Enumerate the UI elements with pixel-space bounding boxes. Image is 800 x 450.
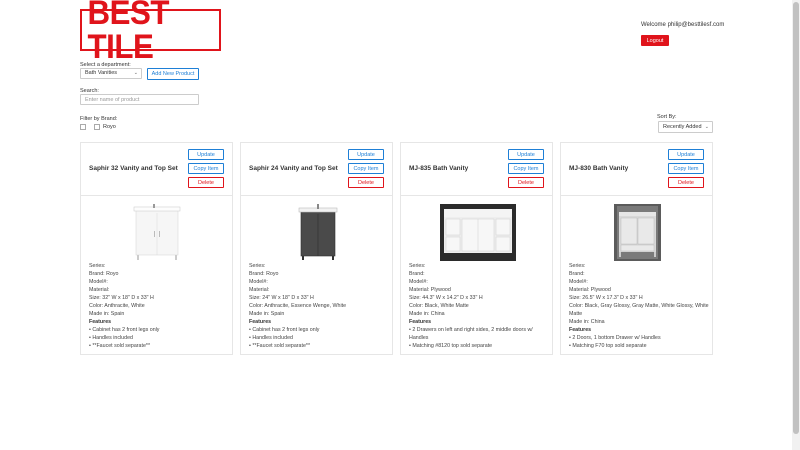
product-series: Series:: [569, 263, 586, 269]
brand-checkbox-all[interactable]: [80, 124, 86, 130]
update-button[interactable]: Update: [668, 149, 704, 160]
product-size: Size: 26.5" W x 17.3" D x 33" H: [569, 295, 643, 301]
feature-item: • Matching F70 top sold separate: [569, 343, 647, 349]
features-heading: Features: [89, 319, 112, 325]
product-material: Material:: [89, 287, 110, 293]
product-title: Saphir 32 Vanity and Top Set: [89, 165, 178, 172]
product-card: MJ-835 Bath Vanity Update Copy Item Dele…: [400, 142, 553, 355]
logout-button[interactable]: Logout: [641, 35, 669, 46]
logo-text: BEST TILE: [87, 0, 170, 66]
product-card-header: MJ-830 Bath Vanity Update Copy Item Dele…: [561, 143, 712, 196]
feature-item: • Matching #8120 top sold separate: [409, 343, 493, 349]
product-brand: Brand:: [569, 271, 585, 277]
product-image: [401, 204, 552, 262]
product-card-header: Saphir 32 Vanity and Top Set Update Copy…: [81, 143, 232, 196]
product-model: Model#:: [409, 279, 428, 285]
product-model: Model#:: [249, 279, 268, 285]
product-series: Series:: [249, 263, 266, 269]
best-tile-logo: BEST TILE: [80, 0, 221, 64]
feature-item: • Handles included: [249, 335, 293, 341]
feature-item: • Handles included: [89, 335, 133, 341]
feature-item: • Cabinet has 2 front legs only: [249, 327, 320, 333]
copy-item-button[interactable]: Copy Item: [668, 163, 704, 174]
brand-filter-label: Filter by Brand:: [80, 116, 118, 122]
feature-item: • Cabinet has 2 front legs only: [89, 327, 160, 333]
product-size: Size: 24" W x 18" D x 33" H: [249, 295, 314, 301]
sort-value: Recently Added: [663, 124, 702, 130]
product-series: Series:: [409, 263, 426, 269]
product-model: Model#:: [89, 279, 108, 285]
chevron-down-icon: ⌄: [133, 70, 138, 76]
product-made-in: Made in: China: [409, 311, 445, 317]
product-image: [81, 204, 232, 262]
product-specs: Series: Brand: Royo Model#: Material: Si…: [89, 262, 229, 350]
product-specs: Series: Brand: Model#: Material: Plywood…: [569, 262, 709, 350]
scrollbar-thumb[interactable]: [793, 2, 799, 434]
product-series: Series:: [89, 263, 106, 269]
delete-button[interactable]: Delete: [668, 177, 704, 188]
product-made-in: Made in: Spain: [249, 311, 285, 317]
product-image: [561, 204, 712, 262]
product-size: Size: 32" W x 18" D x 33" H: [89, 295, 154, 301]
product-brand: Brand:: [409, 271, 425, 277]
product-made-in: Made in: China: [569, 319, 605, 325]
brand-checkbox-royo[interactable]: [94, 124, 100, 130]
delete-button[interactable]: Delete: [348, 177, 384, 188]
product-specs: Series: Brand: Model#: Material: Plywood…: [409, 262, 549, 350]
product-card-header: MJ-835 Bath Vanity Update Copy Item Dele…: [401, 143, 552, 196]
product-card-header: Saphir 24 Vanity and Top Set Update Copy…: [241, 143, 392, 196]
product-color: Color: Anthracite, White: [89, 303, 145, 309]
features-heading: Features: [409, 319, 432, 325]
product-brand: Brand: Royo: [89, 271, 119, 277]
product-color: Color: Black, Gray Glossy, Gray Matte, W…: [569, 303, 709, 317]
feature-item: • 2 Doors, 1 bottom Drawer w/ Handles: [569, 335, 661, 341]
product-brand: Brand: Royo: [249, 271, 279, 277]
product-card: Saphir 24 Vanity and Top Set Update Copy…: [240, 142, 393, 355]
department-select[interactable]: Bath Vanities ⌄: [80, 68, 142, 79]
product-size: Size: 44.3" W x 14.2" D x 33" H: [409, 295, 483, 301]
product-card: MJ-830 Bath Vanity Update Copy Item Dele…: [560, 142, 713, 355]
sort-select[interactable]: Recently Added ⌄: [658, 121, 713, 133]
product-specs: Series: Brand: Royo Model#: Material: Si…: [249, 262, 389, 350]
page-scrollbar[interactable]: [792, 0, 800, 450]
feature-item: • **Faucet sold separate**: [249, 343, 311, 349]
product-color: Color: Anthracite, Essence Wenge, White: [249, 303, 347, 309]
feature-item: • 2 Drawers on left and right sides, 2 m…: [409, 327, 533, 341]
copy-item-button[interactable]: Copy Item: [348, 163, 384, 174]
sort-label: Sort By:: [657, 114, 677, 120]
update-button[interactable]: Update: [508, 149, 544, 160]
copy-item-button[interactable]: Copy Item: [188, 163, 224, 174]
delete-button[interactable]: Delete: [508, 177, 544, 188]
delete-button[interactable]: Delete: [188, 177, 224, 188]
product-color: Color: Black, White Matte: [409, 303, 469, 309]
copy-item-button[interactable]: Copy Item: [508, 163, 544, 174]
feature-item: • **Faucet sold separate**: [89, 343, 151, 349]
product-title: MJ-830 Bath Vanity: [569, 165, 629, 172]
update-button[interactable]: Update: [188, 149, 224, 160]
product-model: Model#:: [569, 279, 588, 285]
product-material: Material: Plywood: [569, 287, 611, 293]
welcome-text: Welcome philip@besttilesf.com: [641, 22, 725, 28]
product-card: Saphir 32 Vanity and Top Set Update Copy…: [80, 142, 233, 355]
features-heading: Features: [569, 327, 592, 333]
add-new-product-button[interactable]: Add New Product: [147, 68, 199, 80]
update-button[interactable]: Update: [348, 149, 384, 160]
features-heading: Features: [249, 319, 272, 325]
product-title: MJ-835 Bath Vanity: [409, 165, 469, 172]
search-input[interactable]: [80, 94, 199, 105]
product-title: Saphir 24 Vanity and Top Set: [249, 165, 338, 172]
product-material: Material: Plywood: [409, 287, 451, 293]
chevron-down-icon: ⌄: [704, 124, 709, 130]
product-made-in: Made in: Spain: [89, 311, 125, 317]
product-material: Material:: [249, 287, 270, 293]
brand-option-royo: Royo: [103, 124, 116, 130]
department-value: Bath Vanities: [85, 70, 118, 76]
product-image: [241, 204, 392, 262]
